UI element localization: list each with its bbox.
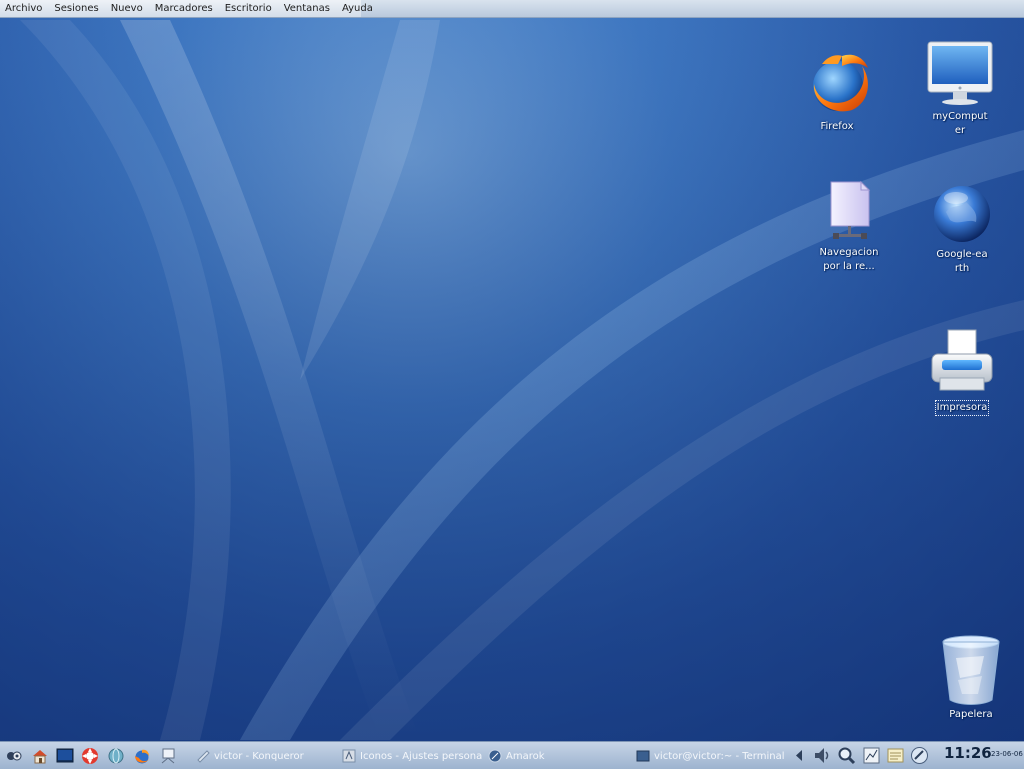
desktop-icon-firefox[interactable]: Firefox — [797, 46, 877, 134]
menu-marcadores[interactable]: Marcadores — [150, 0, 220, 17]
terminal-icon[interactable] — [56, 747, 74, 765]
volume-icon[interactable] — [812, 746, 831, 765]
firefox-icon[interactable] — [133, 747, 151, 765]
amarok-icon — [488, 749, 502, 763]
network-browsing-icon — [830, 180, 871, 239]
desktop-icon-label: Impresora — [934, 400, 990, 416]
menubar-items: Archivo Sesiones Nuevo Marcadores Escrit… — [0, 0, 373, 17]
menu-ayuda[interactable]: Ayuda — [337, 0, 380, 17]
task-ajustes-personales[interactable]: Iconos - Ajustes personales — [342, 746, 482, 766]
settings-icon — [342, 749, 356, 763]
desktop-icon-label: myComputer — [932, 111, 988, 136]
firefox-icon — [813, 54, 868, 112]
desktop-icon-network-browsing[interactable]: Navegacion por la re... — [809, 178, 889, 274]
desktop-icon-label: Papelera — [949, 709, 993, 720]
menu-nuevo[interactable]: Nuevo — [106, 0, 150, 17]
menu-escritorio[interactable]: Escritorio — [220, 0, 279, 17]
clipboard-icon[interactable] — [910, 746, 929, 765]
taskbar: victor - Konqueror Iconos - Ajustes pers… — [0, 741, 1024, 769]
menu-archivo[interactable]: Archivo — [0, 0, 49, 17]
task-label: Amarok — [506, 750, 545, 762]
task-label: Iconos - Ajustes personales — [360, 750, 482, 762]
desktop-icon-label: Google-earth — [936, 249, 988, 274]
terminal-icon — [636, 750, 650, 762]
browser-icon[interactable] — [107, 747, 125, 765]
task-konqueror[interactable]: victor - Konqueror — [196, 746, 330, 766]
konqueror-icon — [197, 750, 210, 763]
desktop-icon-printer[interactable]: Impresora — [922, 328, 1002, 416]
task-label: victor@victor:~ - Terminal — [654, 750, 784, 762]
clock-date: 23-06-06 — [991, 750, 1023, 758]
printer-icon — [931, 329, 993, 391]
task-amarok[interactable]: Amarok — [488, 746, 608, 766]
desktop-icon-label: Navegacion por la re... — [819, 247, 879, 272]
notes-icon[interactable] — [886, 746, 905, 765]
desktop-icon-mycomputer[interactable]: myComputer — [920, 40, 1000, 138]
network-monitor-icon[interactable] — [862, 746, 881, 765]
task-terminal[interactable]: victor@victor:~ - Terminal — [636, 746, 784, 766]
desktop-icon-google-earth[interactable]: Google-earth — [922, 182, 1002, 276]
menu-sesiones[interactable]: Sesiones — [49, 0, 105, 17]
help-icon[interactable] — [81, 747, 99, 765]
desktop-icon-trash[interactable]: Papelera — [931, 634, 1011, 722]
kde-menu-icon[interactable] — [5, 747, 23, 765]
menu-ventanas[interactable]: Ventanas — [279, 0, 337, 17]
desktop-icon-label: Firefox — [820, 121, 854, 132]
search-icon[interactable] — [837, 746, 856, 765]
trash-icon — [942, 635, 1000, 705]
kicker-menubar: Archivo Sesiones Nuevo Marcadores Escrit… — [0, 0, 1024, 18]
network-icon[interactable] — [159, 747, 177, 765]
tray-arrow-icon[interactable] — [793, 746, 805, 765]
task-label: victor - Konqueror — [214, 750, 304, 762]
computer-icon — [927, 41, 993, 105]
google-earth-icon — [934, 186, 990, 242]
home-icon[interactable] — [31, 747, 49, 765]
clock-time[interactable]: 11:26 — [944, 744, 992, 762]
